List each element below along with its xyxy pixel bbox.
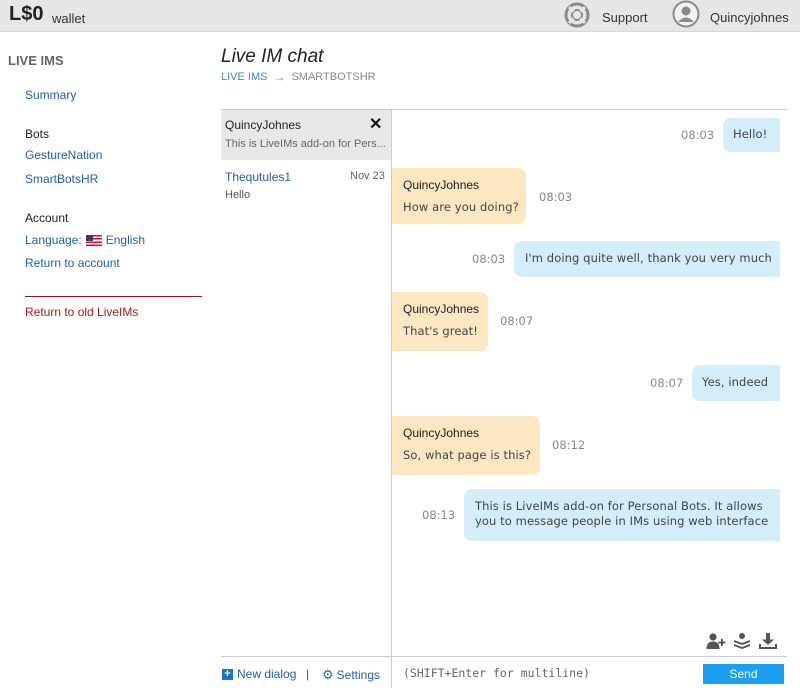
balance-amount: L$0 — [9, 3, 44, 25]
message-text: That's great! — [403, 324, 478, 338]
language-label: Language: — [25, 233, 82, 247]
breadcrumb: LIVE IMS → SMARTBOTSHR — [221, 70, 376, 84]
top-bar: L$0 wallet Support Quincyjohnes — [0, 0, 800, 32]
wallet-label[interactable]: wallet — [52, 11, 85, 26]
username-link[interactable]: Quincyjohnes — [710, 10, 789, 25]
message-list: 08:03 Hello! QuincyJohnes How are you do… — [392, 110, 787, 630]
user-avatar-icon[interactable] — [672, 0, 700, 28]
language-selector[interactable]: Language: English — [25, 233, 145, 247]
dialog-preview: This is LiveIMs add-on for Pers... — [225, 138, 386, 150]
add-user-icon[interactable] — [706, 632, 726, 650]
message-time: 08:03 — [539, 190, 573, 204]
message-time: 08:07 — [500, 314, 534, 328]
message-time: 08:13 — [422, 508, 456, 522]
message-time: 08:07 — [650, 376, 684, 390]
sidebar-title: LIVE IMS — [8, 53, 64, 68]
message-input[interactable] — [395, 660, 698, 686]
message-text: I'm doing quite well, thank you very muc… — [525, 251, 772, 265]
message-text: So, what page is this? — [403, 448, 532, 462]
plus-icon: + — [222, 668, 233, 680]
message-time: 08:03 — [681, 128, 715, 142]
new-dialog-button[interactable]: + New dialog — [222, 667, 296, 681]
gear-icon: ⚙ — [322, 667, 334, 682]
sidebar-divider — [25, 296, 202, 297]
us-flag-icon — [85, 234, 102, 246]
message-text: Yes, indeed — [702, 375, 769, 389]
arrow-right-icon: → — [273, 70, 286, 84]
dialog-date: Nov 23 — [350, 170, 385, 182]
sidebar-item-smartbotshr[interactable]: SmartBotsHR — [25, 172, 98, 186]
language-value: English — [105, 233, 146, 247]
sidebar: LIVE IMS Summary Bots GestureNation Smar… — [0, 32, 210, 698]
message-sender: QuincyJohnes — [403, 426, 480, 440]
message-bubble-incoming: QuincyJohnes That's great! — [392, 292, 488, 351]
close-icon[interactable]: ✕ — [369, 114, 382, 134]
layers-icon[interactable] — [732, 632, 752, 650]
separator: | — [306, 667, 310, 681]
dialog-item-active[interactable]: QuincyJohnes ✕ This is LiveIMs add-on fo… — [221, 110, 391, 160]
dialog-name: QuincyJohnes — [225, 118, 302, 132]
settings-button[interactable]: ⚙ Settings — [322, 667, 380, 683]
page-title: Live IM chat — [221, 46, 324, 67]
sidebar-item-summary[interactable]: Summary — [25, 88, 76, 102]
new-dialog-label: New dialog — [237, 667, 297, 681]
breadcrumb-live-ims[interactable]: LIVE IMS — [221, 71, 267, 83]
message-bubble-outgoing: I'm doing quite well, thank you very muc… — [514, 241, 780, 277]
message-time: 08:12 — [552, 438, 586, 452]
dialog-name: Thequtules1 — [225, 170, 292, 184]
message-text: Hello! — [733, 127, 768, 141]
message-time: 08:03 — [472, 252, 506, 266]
message-text: This is LiveIMs add-on for Personal Bots… — [475, 499, 769, 528]
send-button[interactable]: Send — [703, 664, 784, 684]
dialog-list: QuincyJohnes ✕ This is LiveIMs add-on fo… — [221, 110, 391, 656]
message-bubble-outgoing: This is LiveIMs add-on for Personal Bots… — [464, 489, 780, 541]
message-bubble-outgoing: Yes, indeed — [692, 365, 780, 401]
support-link[interactable]: Support — [602, 10, 648, 25]
sidebar-item-gesturenation[interactable]: GestureNation — [25, 148, 102, 162]
sidebar-heading-bots: Bots — [25, 127, 50, 141]
sidebar-heading-account: Account — [25, 211, 69, 225]
dialog-item[interactable]: Thequtules1 Nov 23 Hello — [221, 164, 391, 208]
message-sender: QuincyJohnes — [403, 302, 480, 316]
message-bubble-outgoing: Hello! — [723, 118, 780, 152]
return-to-old-liveims-link[interactable]: Return to old LiveIMs — [25, 305, 138, 319]
lifebuoy-icon[interactable] — [564, 2, 590, 28]
breadcrumb-current: SMARTBOTSHR — [291, 71, 376, 83]
settings-label: Settings — [336, 668, 381, 682]
chat-bottom-border — [221, 656, 787, 657]
download-icon[interactable] — [758, 632, 778, 650]
message-bubble-incoming: QuincyJohnes How are you doing? — [392, 168, 526, 224]
return-to-account-link[interactable]: Return to account — [25, 256, 120, 270]
message-bubble-incoming: QuincyJohnes So, what page is this? — [392, 416, 540, 475]
dialog-preview: Hello — [225, 189, 251, 201]
message-text: How are you doing? — [403, 200, 519, 214]
message-sender: QuincyJohnes — [403, 178, 480, 192]
